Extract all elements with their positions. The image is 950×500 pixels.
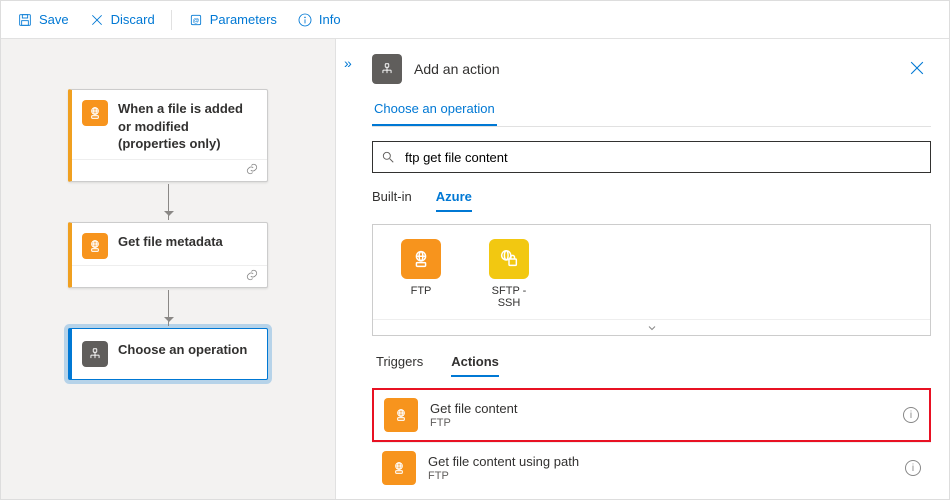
connection-icon [245,268,259,285]
info-icon [297,12,313,28]
sftp-icon [489,239,529,279]
connector-sftp-label: SFTP - SSH [479,285,539,309]
panel-title: Add an action [414,61,500,77]
discard-icon [89,12,105,28]
discard-button[interactable]: Discard [81,8,163,32]
close-panel-button[interactable] [907,58,927,81]
action-title: Get file content [430,401,517,417]
ftp-connector-icon [82,100,108,126]
result-tabs: Triggers Actions [372,354,931,377]
action-subtitle: FTP [428,470,579,482]
toolbar-separator [171,10,172,30]
chevron-down-icon [646,322,658,334]
info-button[interactable]: Info [289,8,349,32]
ftp-connector-icon [382,451,416,485]
trigger-card[interactable]: When a file is added or modified (proper… [68,89,268,182]
action-info-button[interactable]: i [903,407,919,423]
tab-triggers[interactable]: Triggers [376,354,423,377]
connection-icon [245,162,259,179]
action-title: Get file content using path [428,454,579,470]
tab-azure[interactable]: Azure [436,189,472,212]
tab-actions[interactable]: Actions [451,354,499,377]
actions-list: Get file content FTP i Get file content … [372,388,931,493]
close-icon [907,58,927,78]
connectors-box: FTP SFTP - SSH [372,224,931,336]
discard-label: Discard [111,12,155,27]
ftp-connector-icon [384,398,418,432]
source-tabs: Built-in Azure [372,189,931,212]
action-title: Get file metadata [118,233,257,251]
action-get-file-content-path[interactable]: Get file content using path FTP i [372,442,931,493]
info-label: Info [319,12,341,27]
parameters-button[interactable]: @ Parameters [180,8,285,32]
tab-builtin[interactable]: Built-in [372,189,412,212]
expand-connectors-button[interactable] [373,319,930,335]
panel-subhead: Choose an operation [372,101,931,127]
connector-sftp[interactable]: SFTP - SSH [479,239,539,309]
trigger-title: When a file is added or modified (proper… [118,100,257,153]
command-bar: Save Discard @ Parameters Info [1,1,949,39]
operation-panel: » Add an action Choose an operation Buil… [336,39,949,499]
operation-icon [82,341,108,367]
action-info-button[interactable]: i [905,460,921,476]
action-card-get-metadata[interactable]: Get file metadata [68,222,268,288]
connector-ftp-label: FTP [411,285,432,297]
collapse-panel-button[interactable]: » [344,55,352,71]
operation-search[interactable] [372,141,931,173]
connector-arrow [168,290,169,326]
connector-ftp[interactable]: FTP [391,239,451,309]
svg-text:@: @ [192,17,199,24]
parameters-label: Parameters [210,12,277,27]
connector-arrow [168,184,169,220]
save-icon [17,12,33,28]
operation-icon [372,54,402,84]
ftp-connector-icon [82,233,108,259]
parameters-icon: @ [188,12,204,28]
choose-operation-card[interactable]: Choose an operation [68,328,268,380]
designer-canvas[interactable]: When a file is added or modified (proper… [1,39,336,499]
search-input[interactable] [403,149,922,166]
ftp-icon [401,239,441,279]
save-button[interactable]: Save [9,8,77,32]
action-subtitle: FTP [430,417,517,429]
choose-op-title: Choose an operation [118,341,257,359]
panel-subhead-label: Choose an operation [372,101,497,126]
search-icon [381,150,395,164]
save-label: Save [39,12,69,27]
action-get-file-content[interactable]: Get file content FTP i [372,388,931,442]
